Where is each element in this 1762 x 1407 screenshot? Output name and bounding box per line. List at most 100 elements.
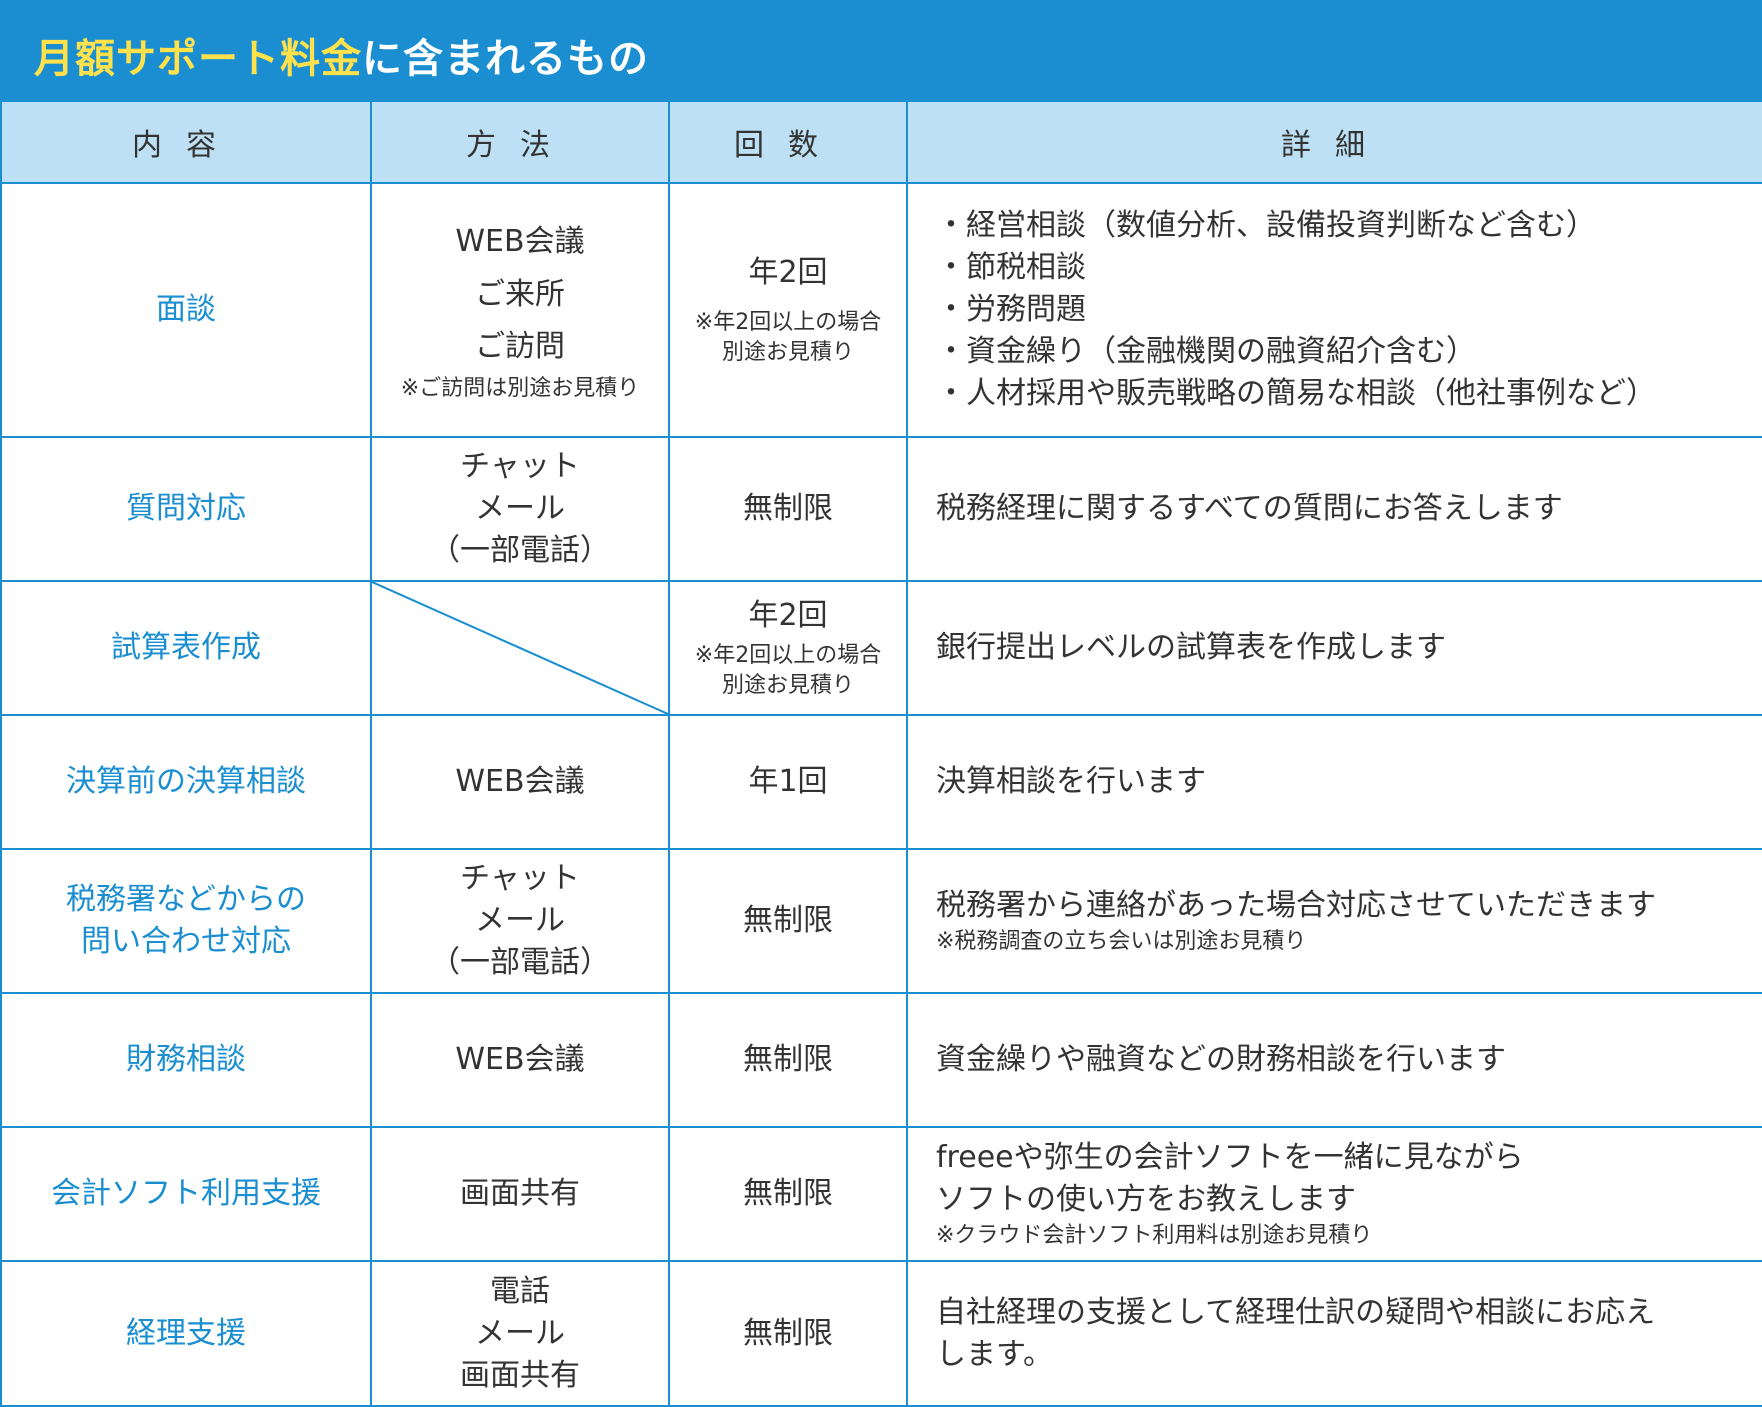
table-row: 面談 WEB会議 ご来所 ご訪問 ※ご訪問は別途お見積り 年2回 ※年2回以上の… — [0, 182, 1762, 438]
count-cell: 年2回 ※年2回以上の場合 別途お見積り — [668, 182, 908, 438]
title-highlight: 月額サポート料金 — [34, 36, 362, 82]
item-text: 会計ソフト利用支援 — [51, 1176, 321, 1211]
details-text: ・労務問題 — [936, 292, 1086, 327]
details-text: ・経営相談（数値分析、設備投資判断など含む） — [936, 208, 1596, 243]
item-cell: 決算前の決算相談 — [0, 714, 372, 850]
method-text: ご訪問 — [475, 329, 565, 365]
table-row: 税務署などからの 問い合わせ対応 チャット メール （一部電話） 無制限 税務署… — [0, 848, 1762, 994]
method-cell: 電話 メール 画面共有 — [370, 1260, 670, 1407]
details-text: 税務署から連絡があった場合対応させていただきます — [936, 888, 1656, 924]
header-row: 内容 方法 回数 詳細 — [0, 100, 1762, 184]
count-cell: 無制限 — [668, 992, 908, 1128]
item-cell: 質問対応 — [0, 436, 372, 582]
details-cell: 税務経理に関するすべての質問にお答えします — [906, 436, 1762, 582]
method-note: ※ご訪問は別途お見積り — [400, 375, 640, 401]
item-text: 税務署などからの — [66, 882, 306, 917]
table-row: 試算表作成 年2回 ※年2回以上の場合 別途お見積り 銀行提出レベルの試算表を作… — [0, 580, 1762, 716]
details-text: 資金繰りや融資などの財務相談を行います — [936, 1042, 1506, 1077]
item-text: 試算表作成 — [111, 630, 261, 665]
title-banner: 月額サポート料金に含まれるもの — [0, 0, 1762, 100]
item-text: 財務相談 — [126, 1042, 246, 1077]
details-text: 自社経理の支援として経理仕訳の疑問や相談にお応え — [936, 1294, 1656, 1330]
details-text: ・節税相談 — [936, 250, 1086, 285]
item-cell: 会計ソフト利用支援 — [0, 1126, 372, 1262]
details-text: します。 — [936, 1336, 1053, 1372]
count-note: ※年2回以上の場合 — [694, 643, 882, 669]
method-text: WEB会議 — [455, 764, 585, 799]
method-text: 画面共有 — [460, 1357, 580, 1393]
item-text: 決算前の決算相談 — [66, 764, 306, 799]
details-cell: 自社経理の支援として経理仕訳の疑問や相談にお応え します。 — [906, 1260, 1762, 1407]
method-cell: チャット メール （一部電話） — [370, 848, 670, 994]
title-rest: に含まれるもの — [362, 36, 649, 82]
details-cell: 資金繰りや融資などの財務相談を行います — [906, 992, 1762, 1128]
count-text: 年2回 — [748, 255, 828, 291]
item-cell: 面談 — [0, 182, 372, 438]
page: 月額サポート料金に含まれるもの 内容 方法 回数 詳細 面談 WEB会議 ご来所 — [0, 0, 1762, 1407]
header-count: 回数 — [668, 100, 908, 184]
method-text: （一部電話） — [430, 945, 610, 980]
details-text: ・資金繰り（金融機関の融資紹介含む） — [936, 334, 1476, 369]
details-note: ※クラウド会計ソフト利用料は別途お見積り — [936, 1223, 1373, 1249]
count-cell: 無制限 — [668, 848, 908, 994]
count-text: 年2回 — [748, 598, 828, 634]
details-text: ソフトの使い方をお教えします — [936, 1182, 1356, 1218]
header-method: 方法 — [370, 100, 670, 184]
table-row: 経理支援 電話 メール 画面共有 無制限 自社経理の支援として経理仕訳の疑問や相… — [0, 1260, 1762, 1407]
item-text: 問い合わせ対応 — [81, 924, 291, 959]
method-text: チャット — [460, 861, 580, 896]
item-cell: 財務相談 — [0, 992, 372, 1128]
support-table: 内容 方法 回数 詳細 面談 WEB会議 ご来所 ご訪問 ※ご訪問は別途お見積り… — [0, 100, 1762, 1407]
method-text: メール — [475, 491, 565, 526]
item-text: 経理支援 — [126, 1315, 246, 1351]
details-note: ※税務調査の立ち会いは別途お見積り — [936, 929, 1307, 955]
table-row: 質問対応 チャット メール （一部電話） 無制限 税務経理に関するすべての質問に… — [0, 436, 1762, 582]
details-cell: 税務署から連絡があった場合対応させていただきます ※税務調査の立ち会いは別途お見… — [906, 848, 1762, 994]
count-note: 別途お見積り — [721, 673, 854, 698]
count-cell: 無制限 — [668, 1126, 908, 1262]
method-text: WEB会議 — [455, 1042, 585, 1077]
details-cell: ・経営相談（数値分析、設備投資判断など含む） ・節税相談 ・労務問題 ・資金繰り… — [906, 182, 1762, 438]
method-text: （一部電話） — [430, 533, 610, 568]
method-text: チャット — [460, 449, 580, 484]
item-text: 質問対応 — [126, 491, 246, 526]
method-cell: チャット メール （一部電話） — [370, 436, 670, 582]
table-row: 財務相談 WEB会議 無制限 資金繰りや融資などの財務相談を行います — [0, 992, 1762, 1128]
method-text: 画面共有 — [460, 1176, 580, 1211]
count-cell: 年1回 — [668, 714, 908, 850]
details-cell: freeeや弥生の会計ソフトを一緒に見ながら ソフトの使い方をお教えします ※ク… — [906, 1126, 1762, 1262]
details-text: 税務経理に関するすべての質問にお答えします — [936, 491, 1563, 526]
table-row: 決算前の決算相談 WEB会議 年1回 決算相談を行います — [0, 714, 1762, 850]
diagonal-slash — [372, 582, 668, 714]
count-text: 無制限 — [743, 903, 833, 938]
count-text: 無制限 — [743, 1176, 833, 1211]
method-text: 電話 — [490, 1273, 550, 1309]
item-cell: 試算表作成 — [0, 580, 372, 716]
item-cell: 経理支援 — [0, 1260, 372, 1407]
count-text: 無制限 — [743, 1315, 833, 1351]
count-cell: 無制限 — [668, 436, 908, 582]
item-cell: 税務署などからの 問い合わせ対応 — [0, 848, 372, 994]
details-text: 銀行提出レベルの試算表を作成します — [936, 630, 1446, 665]
method-cell: WEB会議 — [370, 992, 670, 1128]
method-text: ご来所 — [475, 276, 565, 312]
method-cell: 画面共有 — [370, 1126, 670, 1262]
method-text: メール — [475, 1315, 565, 1351]
method-cell: WEB会議 — [370, 714, 670, 850]
count-text: 無制限 — [743, 1042, 833, 1077]
page-title: 月額サポート料金に含まれるもの — [34, 26, 649, 84]
header-item: 内容 — [0, 100, 372, 184]
header-details: 詳細 — [906, 100, 1762, 184]
method-cell-empty — [370, 580, 670, 716]
details-cell: 決算相談を行います — [906, 714, 1762, 850]
method-text: WEB会議 — [455, 224, 585, 260]
count-text: 年1回 — [748, 764, 828, 799]
details-cell: 銀行提出レベルの試算表を作成します — [906, 580, 1762, 716]
table-row: 会計ソフト利用支援 画面共有 無制限 freeeや弥生の会計ソフトを一緒に見なが… — [0, 1126, 1762, 1262]
count-note: ※年2回以上の場合 — [694, 310, 882, 336]
count-cell: 無制限 — [668, 1260, 908, 1407]
details-text: 決算相談を行います — [936, 764, 1206, 799]
details-text: ・人材採用や販売戦略の簡易な相談（他社事例など） — [936, 376, 1656, 411]
count-text: 無制限 — [743, 491, 833, 526]
count-note: 別途お見積り — [721, 340, 854, 365]
